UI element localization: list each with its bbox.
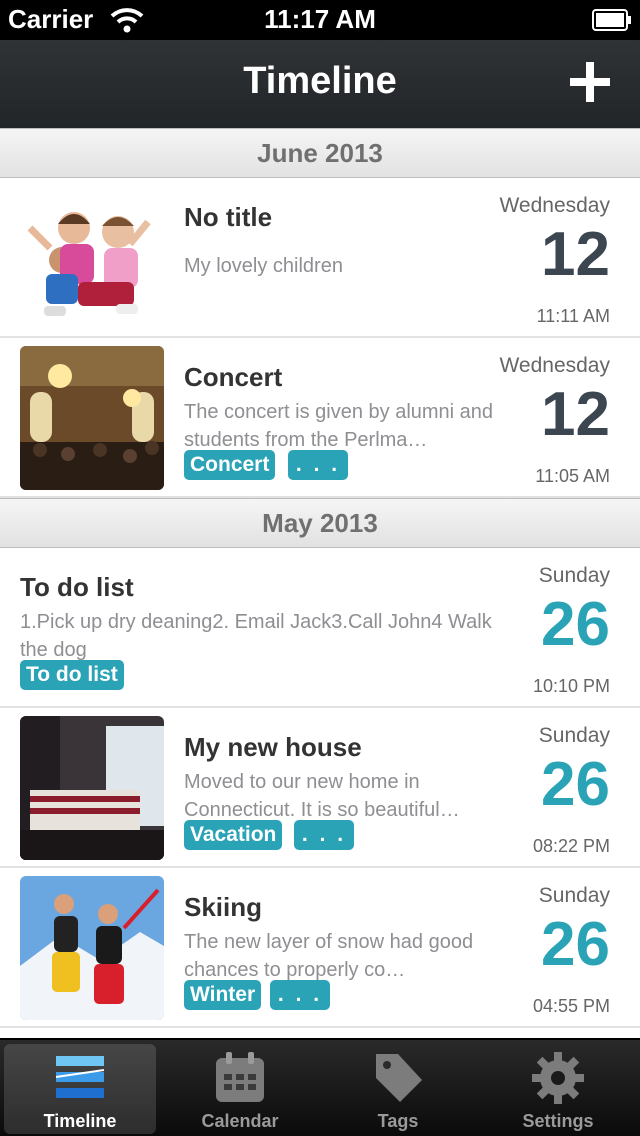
- entry-time: 04:55 PM: [532, 996, 610, 1016]
- entry-title: Skiing: [184, 892, 263, 922]
- entry-title: My new house: [184, 732, 362, 762]
- timeline-entry[interactable]: No title My lovely children Wednesday 12…: [0, 178, 640, 338]
- entry-title: No title: [184, 202, 273, 232]
- tab-label: Settings: [522, 1111, 594, 1131]
- entry-body: 1.Pick up dry deaning2. Email Jack3.Call…: [20, 611, 492, 661]
- more-tags-button[interactable]: . . .: [294, 820, 354, 850]
- tab-label: Calendar: [201, 1111, 279, 1131]
- timeline-entry[interactable]: Concert The concert is given by alumni a…: [0, 338, 640, 498]
- entry-photo-children: [20, 186, 164, 330]
- calendar-icon: [216, 1052, 264, 1102]
- tab-timeline[interactable]: Timeline: [4, 1044, 156, 1134]
- entry-photo-skiing: [20, 876, 164, 1020]
- timeline-entry[interactable]: Skiing The new layer of snow had good ch…: [0, 868, 640, 1028]
- battery-icon: [592, 9, 631, 31]
- navigation-bar: Timeline: [0, 40, 640, 128]
- page-title: Timeline: [243, 60, 397, 102]
- section-header-june-2013: June 2013: [0, 128, 640, 178]
- entry-title: Concert: [184, 362, 283, 392]
- entry-body: The concert is given by alumni and stude…: [184, 401, 494, 451]
- more-tags-button[interactable]: . . .: [270, 980, 330, 1010]
- more-tags-button[interactable]: . . .: [288, 450, 348, 480]
- timeline-entry[interactable]: My new house Moved to our new home in Co…: [0, 708, 640, 868]
- timeline-icon: [55, 1056, 105, 1098]
- tag-icon: [376, 1054, 422, 1102]
- entry-day: 26: [541, 750, 610, 819]
- tag-badge[interactable]: Winter: [184, 980, 262, 1010]
- entry-weekday: Wednesday: [499, 194, 610, 217]
- add-entry-button[interactable]: [568, 60, 612, 104]
- tab-label: Timeline: [43, 1111, 117, 1131]
- tab-calendar[interactable]: Calendar: [164, 1044, 316, 1134]
- entry-day: 26: [541, 910, 610, 979]
- entry-body: The new layer of snow had good chances t…: [184, 931, 474, 981]
- tab-tags[interactable]: Tags: [322, 1044, 474, 1134]
- entry-weekday: Sunday: [538, 884, 610, 907]
- tab-bar: Timeline Calendar Tags Settings: [0, 1038, 640, 1136]
- entry-title: To do list: [20, 572, 134, 602]
- section-header-may-2013: May 2013: [0, 498, 640, 548]
- tab-label: Tags: [377, 1111, 419, 1131]
- entry-body: Moved to our new home in Connecticut. It…: [184, 771, 460, 821]
- list-item: [0, 1028, 640, 1038]
- tag-badge[interactable]: Vacation: [184, 820, 283, 850]
- entry-day: 12: [541, 380, 610, 449]
- entry-time: 11:05 AM: [535, 466, 610, 486]
- entry-time: 10:10 PM: [532, 676, 610, 696]
- timeline-entry[interactable]: To do list 1.Pick up dry deaning2. Email…: [0, 548, 640, 708]
- tag-badge[interactable]: To do list: [20, 660, 124, 690]
- entry-day: 26: [541, 590, 610, 659]
- entry-day: 12: [541, 220, 610, 289]
- entry-photo-concert: [20, 346, 164, 490]
- entry-weekday: Wednesday: [499, 354, 610, 377]
- status-bar: Carrier 11:17 AM: [0, 0, 640, 40]
- entry-body: My lovely children: [184, 255, 343, 277]
- tag-badge[interactable]: Concert: [184, 450, 276, 480]
- clock-label: 11:17 AM: [264, 4, 376, 34]
- gear-icon: [532, 1052, 584, 1104]
- entry-time: 11:11 AM: [536, 306, 610, 326]
- entry-weekday: Sunday: [538, 724, 610, 747]
- timeline-list[interactable]: June 2013 No title My lovely children We…: [0, 128, 640, 1038]
- tab-settings[interactable]: Settings: [482, 1044, 634, 1134]
- entry-photo-house: [20, 716, 164, 860]
- entry-weekday: Sunday: [538, 564, 610, 587]
- entry-time: 08:22 PM: [532, 836, 610, 856]
